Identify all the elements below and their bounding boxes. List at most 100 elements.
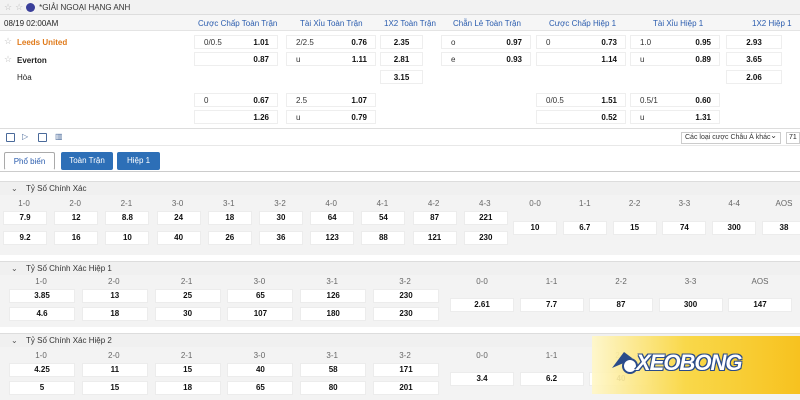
section-header[interactable]: ⌄ Tỷ Số Chính Xác Hiệp 1	[0, 261, 800, 275]
score-odds-cell[interactable]: 16	[54, 231, 99, 245]
odds-cell[interactable]: 2.81	[380, 52, 423, 66]
score-odds-cell[interactable]: 36	[259, 231, 303, 245]
score-odds-cell[interactable]: 11	[81, 363, 148, 377]
star-outline-icon[interactable]: ☆	[15, 2, 23, 13]
tab-full-match[interactable]: Toàn Trận	[61, 152, 113, 170]
odds-cell[interactable]: 0 0.73	[536, 35, 626, 49]
chart-icon[interactable]: ▥	[55, 132, 64, 141]
score-odds-cell[interactable]: 5	[9, 381, 75, 395]
page-input[interactable]: 71	[786, 132, 800, 144]
score-odds-cell[interactable]: 15	[81, 381, 148, 395]
score-odds-cell[interactable]: 3.85	[9, 289, 75, 303]
odds-cell[interactable]: 2/2.5 0.76	[286, 35, 376, 49]
odds-cell[interactable]: 1.0 0.95	[630, 35, 720, 49]
score-odds-cell[interactable]: 65	[227, 289, 294, 303]
favorite-star-icon[interactable]: ☆	[4, 54, 12, 65]
score-odds-cell[interactable]: 10	[513, 221, 557, 235]
odds-cell[interactable]: u 0.89	[630, 52, 720, 66]
score-odds-cell[interactable]: 6.7	[562, 221, 607, 235]
odds-cell[interactable]: 2.5 1.07	[286, 93, 376, 107]
score-odds-cell[interactable]: 2.61	[450, 298, 514, 312]
score-odds-cell[interactable]: 121	[412, 231, 457, 245]
score-odds-cell[interactable]: 87	[589, 298, 653, 312]
score-odds-cell[interactable]: 10	[105, 231, 150, 245]
score-odds-cell[interactable]: 201	[373, 381, 439, 395]
score-odds-cell[interactable]: 12	[54, 211, 99, 225]
score-odds-cell[interactable]: 3.4	[450, 372, 514, 386]
score-odds-cell[interactable]: 65	[227, 381, 294, 395]
odds-cell[interactable]: 1.14	[536, 52, 626, 66]
odds-cell[interactable]: 0/0.5 1.51	[536, 93, 626, 107]
chevron-down-icon[interactable]: ⌄	[11, 336, 18, 345]
odds-cell[interactable]: u 1.31	[630, 110, 720, 124]
score-odds-cell[interactable]: 9.2	[3, 231, 47, 245]
odds-cell[interactable]: 3.65	[726, 52, 782, 66]
score-odds-cell[interactable]: 15	[154, 363, 221, 377]
score-odds-cell[interactable]: 26	[207, 231, 252, 245]
tab-popular[interactable]: Phổ biến	[4, 152, 55, 170]
score-odds-cell[interactable]: 230	[373, 289, 439, 303]
score-odds-cell[interactable]: 180	[300, 307, 367, 321]
score-odds-cell[interactable]: 30	[154, 307, 221, 321]
score-odds-cell[interactable]: 8.8	[105, 211, 150, 225]
score-odds-cell[interactable]: 18	[207, 211, 252, 225]
odds-cell[interactable]: u 0.79	[286, 110, 376, 124]
odds-cell[interactable]: 1.26	[194, 110, 278, 124]
score-odds-cell[interactable]: 25	[154, 289, 221, 303]
score-odds-cell[interactable]: 64	[310, 211, 355, 225]
score-odds-cell[interactable]: 230	[463, 231, 508, 245]
score-odds-cell[interactable]: 15	[612, 221, 657, 235]
score-odds-cell[interactable]: 300	[658, 298, 723, 312]
refresh-icon[interactable]	[6, 133, 15, 142]
score-odds-cell[interactable]: 18	[154, 381, 221, 395]
chevron-down-icon[interactable]: ⌄	[11, 264, 18, 273]
score-odds-cell[interactable]: 171	[373, 363, 439, 377]
odds-cell[interactable]: 3.15	[380, 70, 423, 84]
score-odds-cell[interactable]: 74	[662, 221, 707, 235]
score-odds-cell[interactable]: 126	[300, 289, 367, 303]
list-icon[interactable]	[38, 133, 47, 142]
star-icon[interactable]: ☆	[4, 2, 12, 13]
score-odds-cell[interactable]: 40	[227, 363, 294, 377]
score-odds-cell[interactable]: 300	[712, 221, 757, 235]
score-odds-cell[interactable]: 147	[728, 298, 792, 312]
odds-cell[interactable]: 2.35	[380, 35, 423, 49]
odds-cell[interactable]: 2.06	[726, 70, 782, 84]
score-odds-cell[interactable]: 221	[463, 211, 508, 225]
odds-cell[interactable]: o 0.97	[441, 35, 531, 49]
chevron-down-icon[interactable]: ⌄	[11, 184, 18, 193]
score-odds-cell[interactable]: 6.2	[519, 372, 584, 386]
section-header[interactable]: ⌄ Tỷ Số Chính Xác	[0, 181, 800, 195]
odds-cell[interactable]: 0 0.67	[194, 93, 278, 107]
odds-cell[interactable]: 0.52	[536, 110, 626, 124]
score-odds-cell[interactable]: 123	[310, 231, 355, 245]
score-odds-cell[interactable]: 4.6	[9, 307, 75, 321]
odds-cell[interactable]: u 1.11	[286, 52, 376, 66]
score-odds-cell[interactable]: 7.9	[3, 211, 47, 225]
score-odds-cell[interactable]: 54	[361, 211, 406, 225]
score-odds-cell[interactable]: 80	[300, 381, 367, 395]
score-odds-cell[interactable]: 58	[300, 363, 367, 377]
odds-cell[interactable]: e 0.93	[441, 52, 531, 66]
score-odds-cell[interactable]: 88	[361, 231, 406, 245]
score-odds-cell[interactable]: 230	[373, 307, 439, 321]
bet-type-select[interactable]: Các loại cược Châu Á khác	[681, 131, 781, 144]
tab-half1[interactable]: Hiệp 1	[117, 152, 160, 170]
score-odds-cell[interactable]: 13	[81, 289, 148, 303]
play-icon[interactable]: ▷	[22, 132, 31, 141]
score-odds-cell[interactable]: 7.7	[519, 298, 584, 312]
score-odds-cell[interactable]: 38	[762, 221, 800, 235]
score-odds-cell[interactable]: 18	[81, 307, 148, 321]
score-odds-cell[interactable]: 30	[259, 211, 303, 225]
odds-cell[interactable]: 2.93	[726, 35, 782, 49]
favorite-star-icon[interactable]: ☆	[4, 36, 12, 47]
score-odds-cell[interactable]: 4.25	[9, 363, 75, 377]
league-title: *GIẢI NGOẠI HẠNG ANH	[39, 2, 131, 12]
score-odds-cell[interactable]: 24	[156, 211, 201, 225]
odds-cell[interactable]: 0.5/1 0.60	[630, 93, 720, 107]
odds-cell[interactable]: 0.87	[194, 52, 278, 66]
odds-cell[interactable]: 0/0.5 1.01	[194, 35, 278, 49]
score-odds-cell[interactable]: 107	[227, 307, 294, 321]
score-odds-cell[interactable]: 40	[156, 231, 201, 245]
score-odds-cell[interactable]: 87	[412, 211, 457, 225]
